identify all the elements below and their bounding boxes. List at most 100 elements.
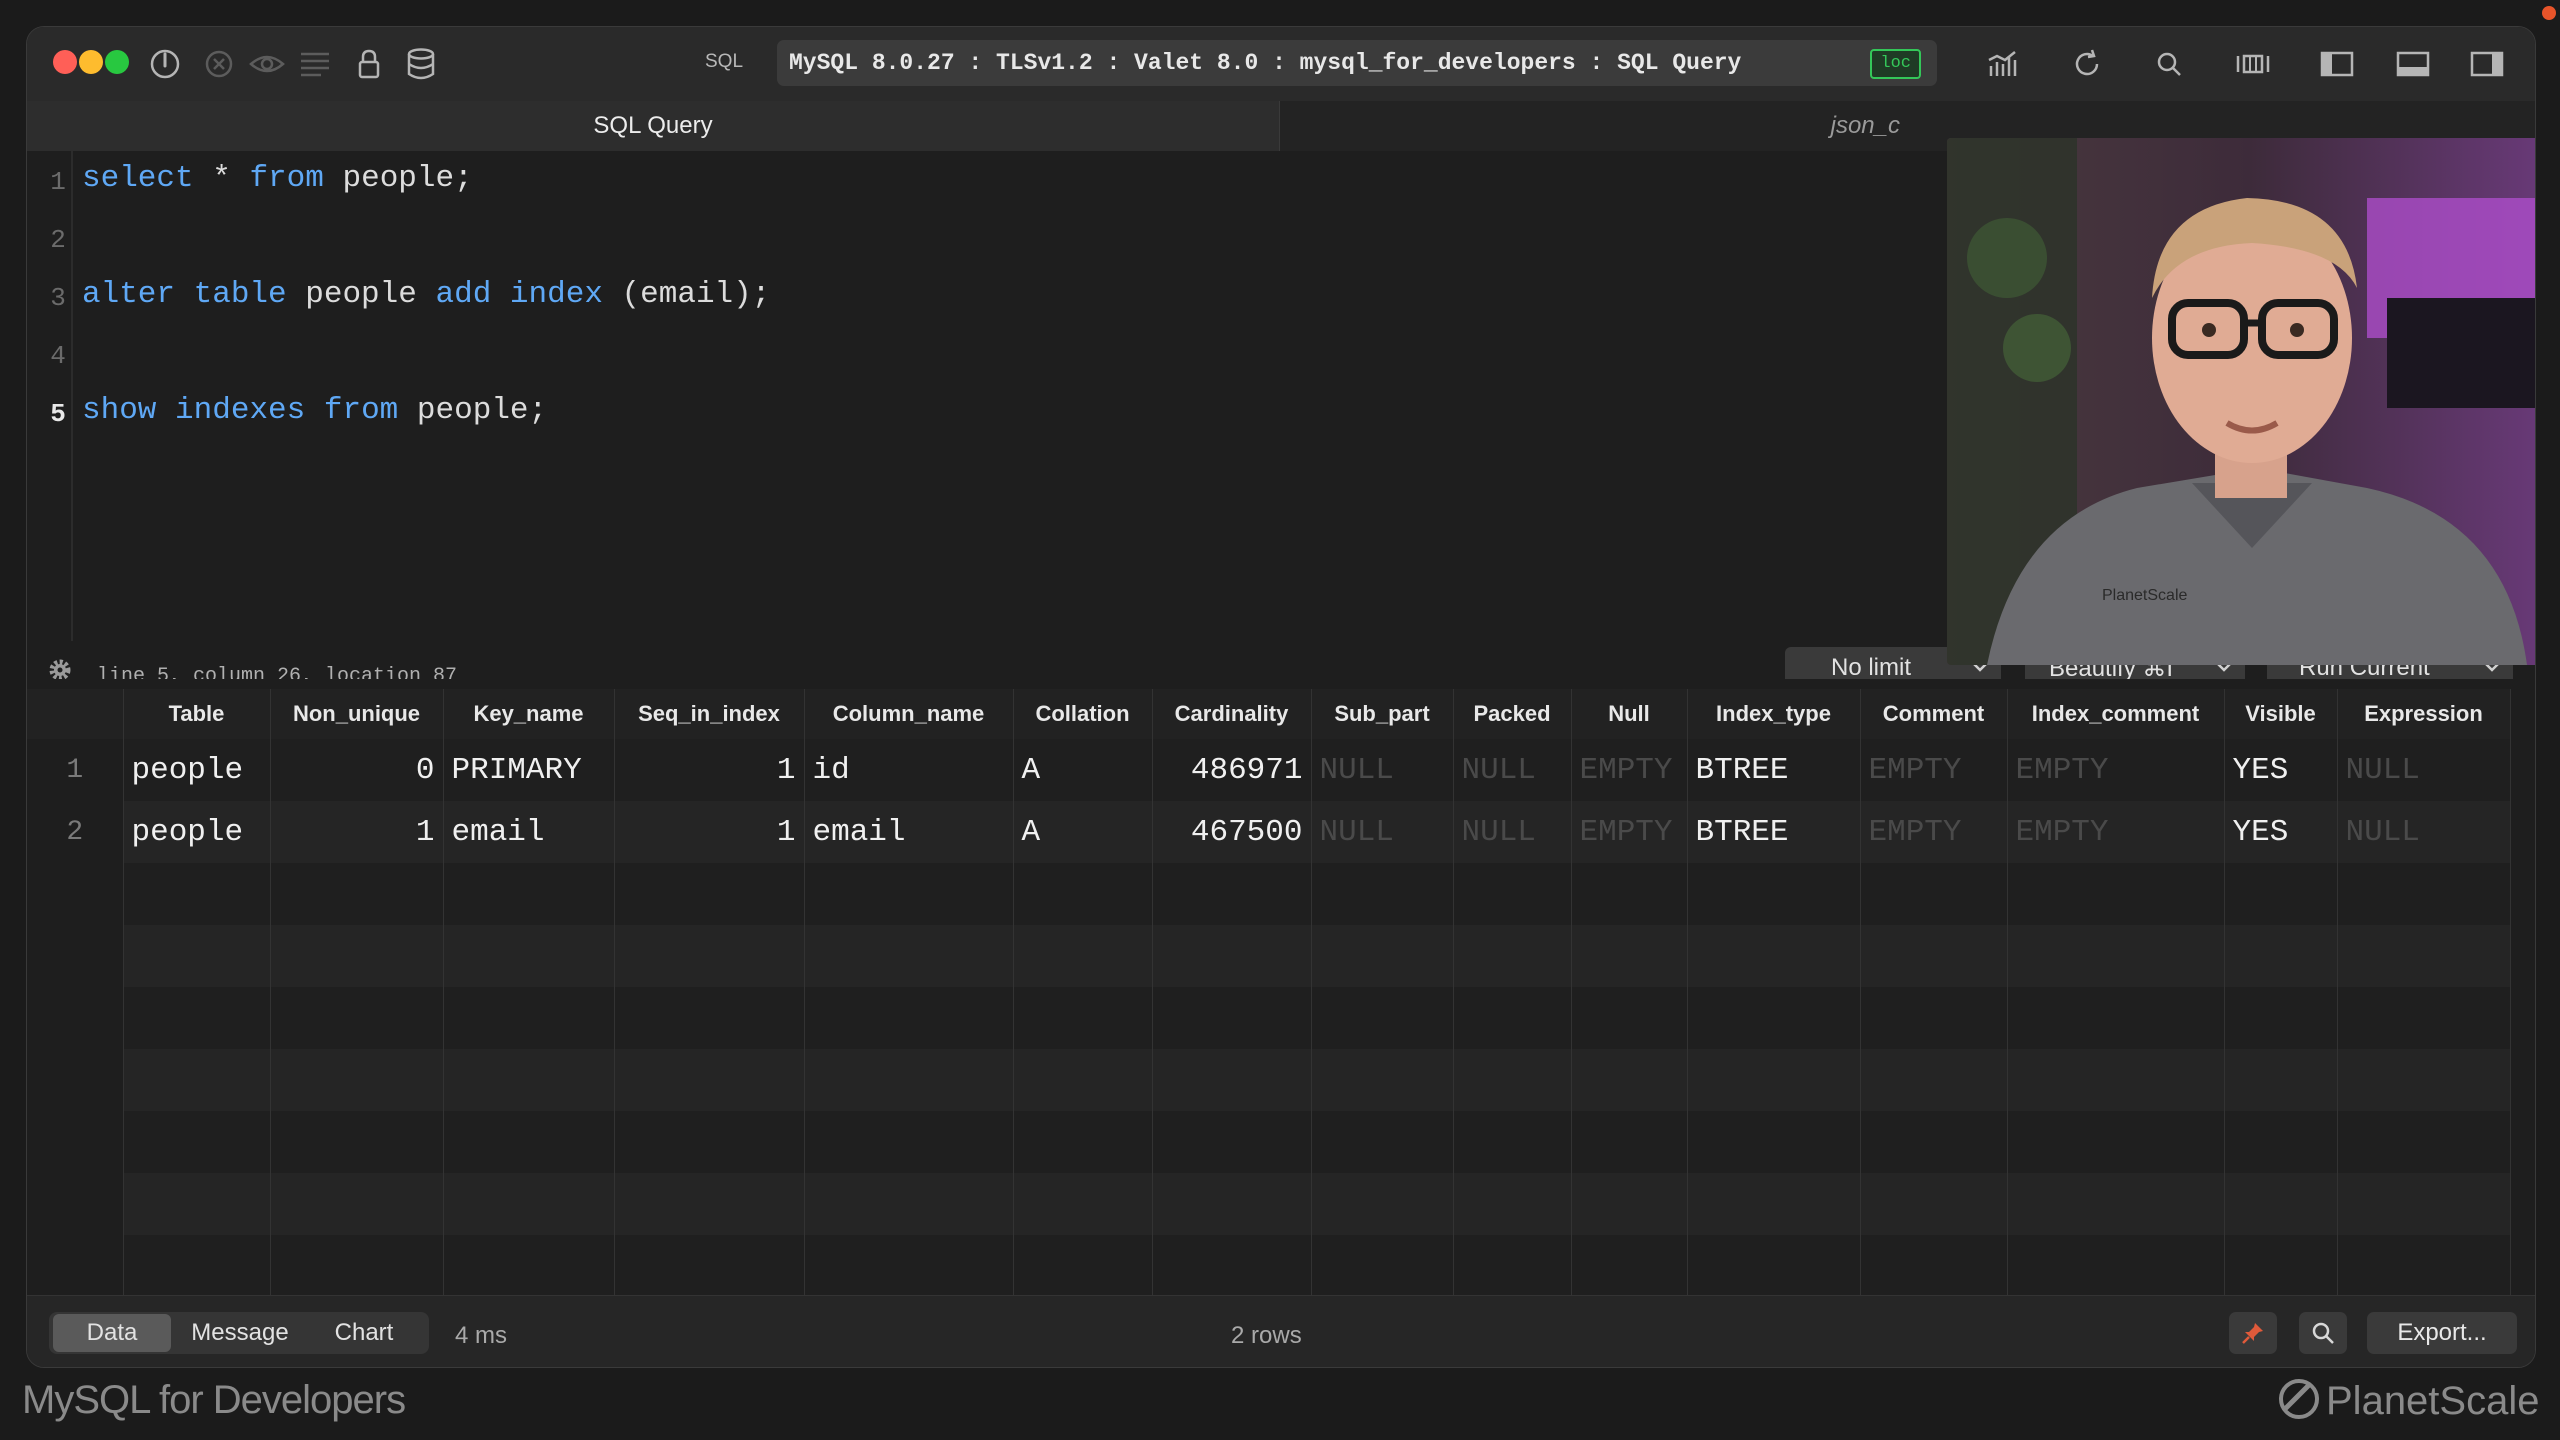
table-cell[interactable]: NULL [1453,739,1572,801]
column-header-seq-in-index[interactable]: Seq_in_index [614,689,805,739]
table-cell [804,863,1014,925]
table-cell[interactable]: PRIMARY [443,739,615,801]
sql-mode-label[interactable]: SQL [705,51,743,73]
table-cell[interactable]: NULL [2337,739,2511,801]
code-line[interactable]: select * from people; [82,161,473,196]
connection-power-icon[interactable] [145,44,185,84]
pin-results-button[interactable] [2229,1312,2277,1354]
table-cell[interactable]: EMPTY [1860,739,2008,801]
column-header-non-unique[interactable]: Non_unique [270,689,444,739]
table-cell[interactable]: BTREE [1687,739,1861,801]
table-cell[interactable]: NULL [1453,801,1572,863]
lock-icon[interactable] [349,44,389,84]
table-cell[interactable]: people [123,801,271,863]
minimize-window-button[interactable] [79,50,103,74]
tab-data[interactable]: Data [53,1314,171,1352]
table-cell[interactable]: YES [2224,739,2338,801]
row-number: 2 [27,801,124,863]
table-cell[interactable]: 486971 [1152,739,1312,801]
table-row[interactable]: 2 people 1 email 1 email A 467500 NULL NULL EMPTY B… [27,801,2511,863]
stop-query-icon[interactable] [199,44,239,84]
toggle-bottom-panel-icon[interactable] [2393,44,2433,84]
table-cell[interactable]: BTREE [1687,801,1861,863]
preview-eye-icon[interactable] [247,44,287,84]
table-cell[interactable]: 1 [270,801,444,863]
column-header-index-type[interactable]: Index_type [1687,689,1861,739]
empty-row [27,987,2511,1049]
table-cell [804,1235,1014,1297]
table-cell [1453,987,1572,1049]
toolbar: SQL MySQL 8.0.27 : TLSv1.2 : Valet 8.0 :… [27,27,2535,101]
table-cell [2337,925,2511,987]
table-cell [1152,1173,1312,1235]
code-line[interactable]: alter table people add index (email); [82,277,770,312]
table-cell [1860,1235,2008,1297]
table-cell [270,987,444,1049]
close-window-button[interactable] [53,50,77,74]
tab-chart[interactable]: Chart [309,1312,419,1354]
table-cell[interactable]: NULL [1311,739,1454,801]
column-header-packed[interactable]: Packed [1453,689,1572,739]
column-header-comment[interactable]: Comment [1860,689,2008,739]
table-cell[interactable]: 1 [614,739,805,801]
export-button[interactable]: Export... [2367,1312,2517,1354]
code-line[interactable]: show indexes from people; [82,393,547,428]
list-lines-icon[interactable] [295,44,335,84]
column-header-visible[interactable]: Visible [2224,689,2338,739]
column-header-sub-part[interactable]: Sub_part [1311,689,1454,739]
table-cell[interactable]: people [123,739,271,801]
tab-sql-query[interactable]: SQL Query [27,101,1280,151]
table-cell [804,1111,1014,1173]
table-cell [614,925,805,987]
column-header-table[interactable]: Table [123,689,271,739]
column-header-index-comment[interactable]: Index_comment [2007,689,2225,739]
tab-message[interactable]: Message [177,1312,303,1354]
planetscale-logo-icon [2278,1378,2320,1420]
table-cell[interactable]: NULL [1311,801,1454,863]
table-cell[interactable]: 467500 [1152,801,1312,863]
table-cell [1311,1173,1454,1235]
table-cell [270,863,444,925]
column-header-collation[interactable]: Collation [1013,689,1153,739]
search-results-button[interactable] [2299,1312,2347,1354]
table-cell [2224,1111,2338,1173]
table-cell [1013,925,1153,987]
table-cell[interactable]: EMPTY [2007,739,2225,801]
column-header-key-name[interactable]: Key_name [443,689,615,739]
columns-view-icon[interactable] [2233,44,2273,84]
column-header-expression[interactable]: Expression [2337,689,2511,739]
refresh-icon[interactable] [2067,44,2107,84]
table-cell [1152,925,1312,987]
table-cell [1860,987,2008,1049]
table-cell[interactable]: 0 [270,739,444,801]
activity-chart-icon[interactable] [1983,44,2023,84]
table-cell[interactable]: YES [2224,801,2338,863]
table-cell[interactable]: EMPTY [1571,801,1688,863]
table-cell[interactable]: EMPTY [1860,801,2008,863]
column-header-cardinality[interactable]: Cardinality [1152,689,1312,739]
table-cell[interactable]: EMPTY [1571,739,1688,801]
table-cell[interactable]: EMPTY [2007,801,2225,863]
toggle-left-panel-icon[interactable] [2317,44,2357,84]
column-header-null[interactable]: Null [1571,689,1688,739]
column-header-column-name[interactable]: Column_name [804,689,1014,739]
tab-json[interactable]: json_c [1280,101,1920,151]
table-cell[interactable]: 1 [614,801,805,863]
table-cell[interactable]: email [443,801,615,863]
table-cell[interactable]: NULL [2337,801,2511,863]
table-row[interactable]: 1 people 0 PRIMARY 1 id A 486971 NULL NULL EMPTY BT… [27,739,2511,801]
maximize-window-button[interactable] [105,50,129,74]
search-icon[interactable] [2149,44,2189,84]
toggle-right-panel-icon[interactable] [2467,44,2507,84]
table-cell [1687,925,1861,987]
table-cell [443,1111,615,1173]
table-cell[interactable]: email [804,801,1014,863]
table-cell[interactable]: id [804,739,1014,801]
connection-address-bar: MySQL 8.0.27 : TLSv1.2 : Valet 8.0 : mys… [777,40,1937,86]
database-icon[interactable] [401,44,441,84]
empty-row [27,925,2511,987]
table-cell [2224,987,2338,1049]
table-cell[interactable]: A [1013,801,1153,863]
table-cell [1453,1235,1572,1297]
table-cell[interactable]: A [1013,739,1153,801]
